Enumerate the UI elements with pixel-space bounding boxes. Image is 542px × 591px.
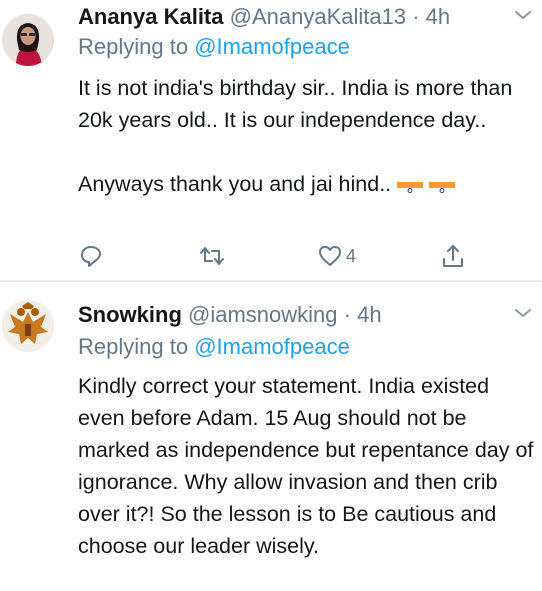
replying-to-mention[interactable]: @Imamofpeace bbox=[194, 34, 350, 59]
like-count: 4 bbox=[346, 245, 357, 266]
display-name[interactable]: Snowking bbox=[78, 302, 182, 327]
user-handle[interactable]: @AnanyaKalita13 bbox=[230, 4, 406, 29]
share-button[interactable] bbox=[440, 240, 466, 272]
tweet[interactable]: Snowking @iamsnowking · 4h Replying to @… bbox=[0, 282, 542, 591]
tweet-paragraph-text: Anyways thank you and jai hind.. bbox=[78, 172, 392, 196]
replying-prefix: Replying to bbox=[78, 334, 195, 359]
replying-prefix: Replying to bbox=[78, 34, 195, 59]
tweet-paragraph: Kindly correct your statement. India exi… bbox=[78, 374, 534, 558]
replying-to: Replying to @Imamofpeace bbox=[78, 32, 350, 62]
tweet-paragraph: It is not india's birthday sir.. India i… bbox=[78, 76, 513, 132]
retweet-icon bbox=[198, 243, 226, 269]
avatar[interactable] bbox=[2, 300, 54, 352]
india-flag-icon bbox=[397, 176, 424, 193]
retweet-button[interactable] bbox=[198, 240, 226, 272]
tweet-paragraph: Anyways thank you and jai hind.. bbox=[78, 168, 538, 200]
tweet-header: Ananya Kalita @AnanyaKalita13 · 4h bbox=[78, 2, 450, 32]
reply-button[interactable] bbox=[78, 240, 104, 272]
heart-icon bbox=[318, 244, 342, 268]
like-button[interactable]: 4 bbox=[318, 240, 356, 272]
replying-to-mention[interactable]: @Imamofpeace bbox=[194, 334, 350, 359]
timestamp[interactable]: 4h bbox=[426, 4, 450, 29]
tweet-text: Kindly correct your statement. India exi… bbox=[78, 370, 538, 562]
tweet-text: It is not india's birthday sir.. India i… bbox=[78, 72, 538, 200]
chevron-down-icon[interactable] bbox=[512, 4, 534, 26]
separator: · bbox=[343, 302, 351, 327]
avatar[interactable] bbox=[2, 14, 54, 66]
display-name[interactable]: Ananya Kalita bbox=[78, 4, 224, 29]
india-flag-icon bbox=[429, 176, 456, 193]
share-icon bbox=[440, 243, 466, 269]
tweet-header: Snowking @iamsnowking · 4h bbox=[78, 300, 382, 330]
user-handle[interactable]: @iamsnowking bbox=[188, 302, 338, 327]
timestamp[interactable]: 4h bbox=[357, 302, 381, 327]
tweet-actions: 4 bbox=[78, 240, 478, 272]
separator: · bbox=[412, 4, 420, 29]
reply-icon bbox=[78, 243, 104, 269]
replying-to: Replying to @Imamofpeace bbox=[78, 332, 350, 362]
chevron-down-icon[interactable] bbox=[512, 302, 534, 324]
tweet[interactable]: Ananya Kalita @AnanyaKalita13 · 4h Reply… bbox=[0, 0, 542, 282]
